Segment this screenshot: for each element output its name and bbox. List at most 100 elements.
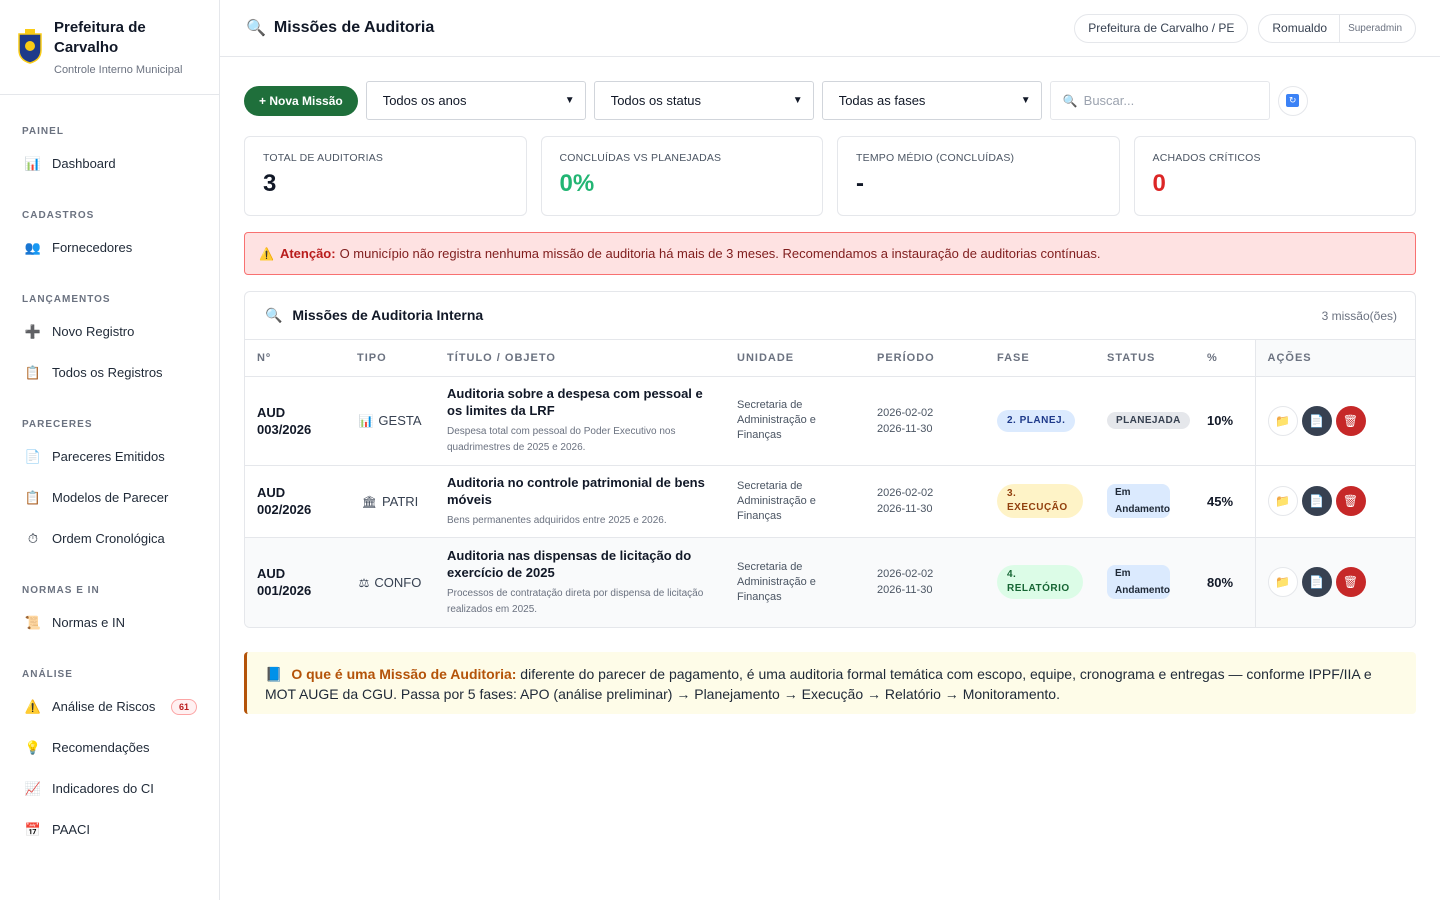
book-icon: 📘	[265, 666, 283, 682]
sidebar-item-label: Indicadores do CI	[52, 781, 154, 796]
cell-actions: 📁 📄 🗑	[1254, 376, 1415, 466]
phase-select[interactable]: Todas as fases ▼	[821, 81, 1042, 120]
cell-type: 🏛 PATRI	[345, 465, 435, 538]
user-menu[interactable]: Romualdo Superadmin	[1258, 13, 1416, 43]
nav-section: LANÇAMENTOS ➕ Novo Registro 📋 Todos os Regis…	[0, 293, 219, 393]
table-row[interactable]: AUD 003/2026 📊 GESTA Auditoria sobre a despe…	[245, 376, 1415, 466]
table-row[interactable]: AUD 002/2026 🏛 PATRI Auditoria no controle p…	[245, 465, 1415, 538]
top-bar: 🔍 Missões de Auditoria Prefeitura de Car…	[220, 0, 1440, 57]
chart-icon: 📊	[24, 155, 42, 171]
type-label: PATRI	[381, 493, 419, 509]
calendar-icon: 📅	[24, 821, 42, 837]
table-row[interactable]: AUD 001/2026 ⚖ CONFO Auditoria nas dispensas…	[245, 537, 1415, 627]
new-mission-button[interactable]: + Nova Missão	[244, 85, 358, 116]
cell-period: 2026-02-02 2026-11-30	[865, 537, 985, 627]
sidebar-item-ordem-cronologica[interactable]: ⏱ Ordem Cronológica	[0, 518, 219, 559]
plus-icon: ➕	[24, 323, 42, 339]
sidebar-item-normas-e-in[interactable]: 📜 Normas e IN	[0, 602, 219, 643]
delete-button[interactable]: 🗑	[1335, 486, 1366, 516]
chevron-down-icon: ▼	[1020, 95, 1031, 106]
stat-card: TOTAL DE AUDITORIAS 3	[244, 136, 527, 216]
status-badge: Em Andamento	[1107, 565, 1170, 600]
progress-percent: 80%	[1207, 574, 1234, 590]
column-header: AÇÕES	[1254, 340, 1415, 377]
info-box: 📘 O que é uma Missão de Auditoria: difer…	[244, 652, 1416, 714]
cell-type: 📊 GESTA	[345, 376, 435, 466]
cell-type: ⚖ CONFO	[345, 537, 435, 627]
status-select-value: Todos os status	[610, 93, 702, 108]
status-badge: Em Andamento	[1107, 484, 1170, 518]
sidebar-item-analise-de-riscos[interactable]: ⚠️ Análise de Riscos 61	[0, 686, 219, 727]
type-icon: 🏛	[361, 494, 377, 509]
brand-title: Prefeitura de Carvalho	[54, 19, 146, 56]
sidebar-item-recomendacoes[interactable]: 💡 Recomendações	[0, 727, 219, 768]
sidebar-item-pareceres-emitidos[interactable]: 📄 Pareceres Emitidos	[0, 436, 219, 477]
column-header: TÍTULO / OBJETO	[435, 340, 725, 377]
missions-card: 🔍 Missões de Auditoria Interna 3 missão(…	[244, 291, 1416, 628]
chevron-down-icon: ▼	[792, 95, 803, 106]
stat-label: TEMPO MÉDIO (CONCLUÍDAS)	[856, 152, 1015, 164]
cell-phase: 4. RELATÓRIO	[985, 537, 1095, 627]
info-title: O que é uma Missão de Auditoria:	[291, 666, 517, 682]
alert-title: Atenção:	[279, 246, 336, 261]
cell-period: 2026-02-02 2026-11-30	[865, 376, 985, 466]
sidebar-item-modelos-de-parecer[interactable]: 📋 Modelos de Parecer	[0, 477, 219, 518]
view-document-button[interactable]: 📄	[1301, 486, 1332, 516]
column-header: UNIDADE	[725, 340, 865, 377]
warning-alert: ⚠️ Atenção: O município não registra nen…	[244, 232, 1416, 275]
lightbulb-icon: 💡	[24, 739, 42, 755]
mission-number: AUD 002/2026	[257, 485, 312, 517]
nav-section-heading: CADASTROS	[22, 210, 95, 221]
org-selector[interactable]: Prefeitura de Carvalho / PE	[1074, 13, 1249, 43]
sidebar-item-todos-os-registros[interactable]: 📋 Todos os Registros	[0, 352, 219, 393]
cell-unit: Secretaria de Administração e Finanças	[725, 465, 865, 538]
sidebar-item-label: Análise de Riscos	[52, 699, 156, 714]
page-title: 🔍 Missões de Auditoria	[246, 18, 434, 38]
sidebar: Prefeitura de Carvalho Controle Interno …	[0, 0, 220, 900]
sidebar-item-dashboard[interactable]: 📊 Dashboard	[0, 143, 219, 184]
main-content: + Nova Missão Todos os anos ▼ Todos os s…	[244, 57, 1416, 714]
sidebar-item-label: Todos os Registros	[52, 365, 163, 380]
search-placeholder: Buscar...	[1083, 93, 1135, 108]
nav-section-heading: PARECERES	[22, 419, 93, 430]
open-folder-button[interactable]: 📁	[1267, 405, 1298, 436]
delete-button[interactable]: 🗑	[1335, 567, 1366, 598]
trash-icon: 🗑	[1342, 494, 1359, 508]
open-folder-button[interactable]: 📁	[1267, 486, 1298, 516]
period-dates: 2026-02-02 2026-11-30	[877, 487, 934, 515]
mission-title[interactable]: Auditoria nas dispensas de licitação do …	[447, 547, 713, 581]
view-document-button[interactable]: 📄	[1301, 567, 1332, 598]
stat-value: 3	[263, 170, 277, 197]
column-header: FASE	[985, 340, 1095, 377]
sidebar-item-fornecedores[interactable]: 👥 Fornecedores	[0, 227, 219, 268]
phase-badge: 4. RELATÓRIO	[997, 565, 1083, 600]
year-select[interactable]: Todos os anos ▼	[365, 81, 586, 120]
nav-section-heading: ANÁLISE	[22, 669, 73, 680]
phase-select-value: Todas as fases	[838, 93, 926, 108]
warning-icon: ⚠️	[24, 698, 42, 714]
user-name: Romualdo	[1259, 14, 1341, 42]
cell-number: AUD 003/2026	[245, 376, 345, 466]
unit-name: Secretaria de Administração e Finanças	[737, 479, 816, 522]
type-label: GESTA	[378, 413, 422, 428]
cell-number: AUD 002/2026	[245, 465, 345, 538]
sidebar-item-indicadores-do-ci[interactable]: 📈 Indicadores do CI	[0, 768, 219, 809]
view-document-button[interactable]: 📄	[1301, 405, 1332, 436]
open-folder-button[interactable]: 📁	[1267, 567, 1298, 598]
cell-unit: Secretaria de Administração e Finanças	[725, 376, 865, 466]
missions-card-title: 🔍 Missões de Auditoria Interna	[265, 307, 483, 324]
sidebar-item-novo-registro[interactable]: ➕ Novo Registro	[0, 311, 219, 352]
refresh-button[interactable]: ↻	[1277, 85, 1308, 116]
period-dates: 2026-02-02 2026-11-30	[877, 568, 934, 597]
missions-card-header: 🔍 Missões de Auditoria Interna 3 missão(…	[245, 292, 1415, 340]
chevron-down-icon: ▼	[564, 95, 575, 106]
table-header-row: Nº TIPO TÍTULO / OBJETO UNIDADE PERÍODO FASE S…	[245, 340, 1415, 377]
mission-title[interactable]: Auditoria sobre a despesa com pessoal e …	[447, 385, 713, 419]
sidebar-item-paaci[interactable]: 📅 PAACI	[0, 809, 219, 850]
delete-button[interactable]: 🗑	[1335, 405, 1366, 436]
brand: Prefeitura de Carvalho Controle Interno …	[0, 0, 219, 95]
search-input[interactable]: 🔍 Buscar...	[1049, 81, 1270, 120]
status-select[interactable]: Todos os status ▼	[593, 81, 814, 120]
sidebar-item-label: Normas e IN	[52, 615, 125, 630]
mission-title[interactable]: Auditoria no controle patrimonial de ben…	[447, 474, 713, 508]
